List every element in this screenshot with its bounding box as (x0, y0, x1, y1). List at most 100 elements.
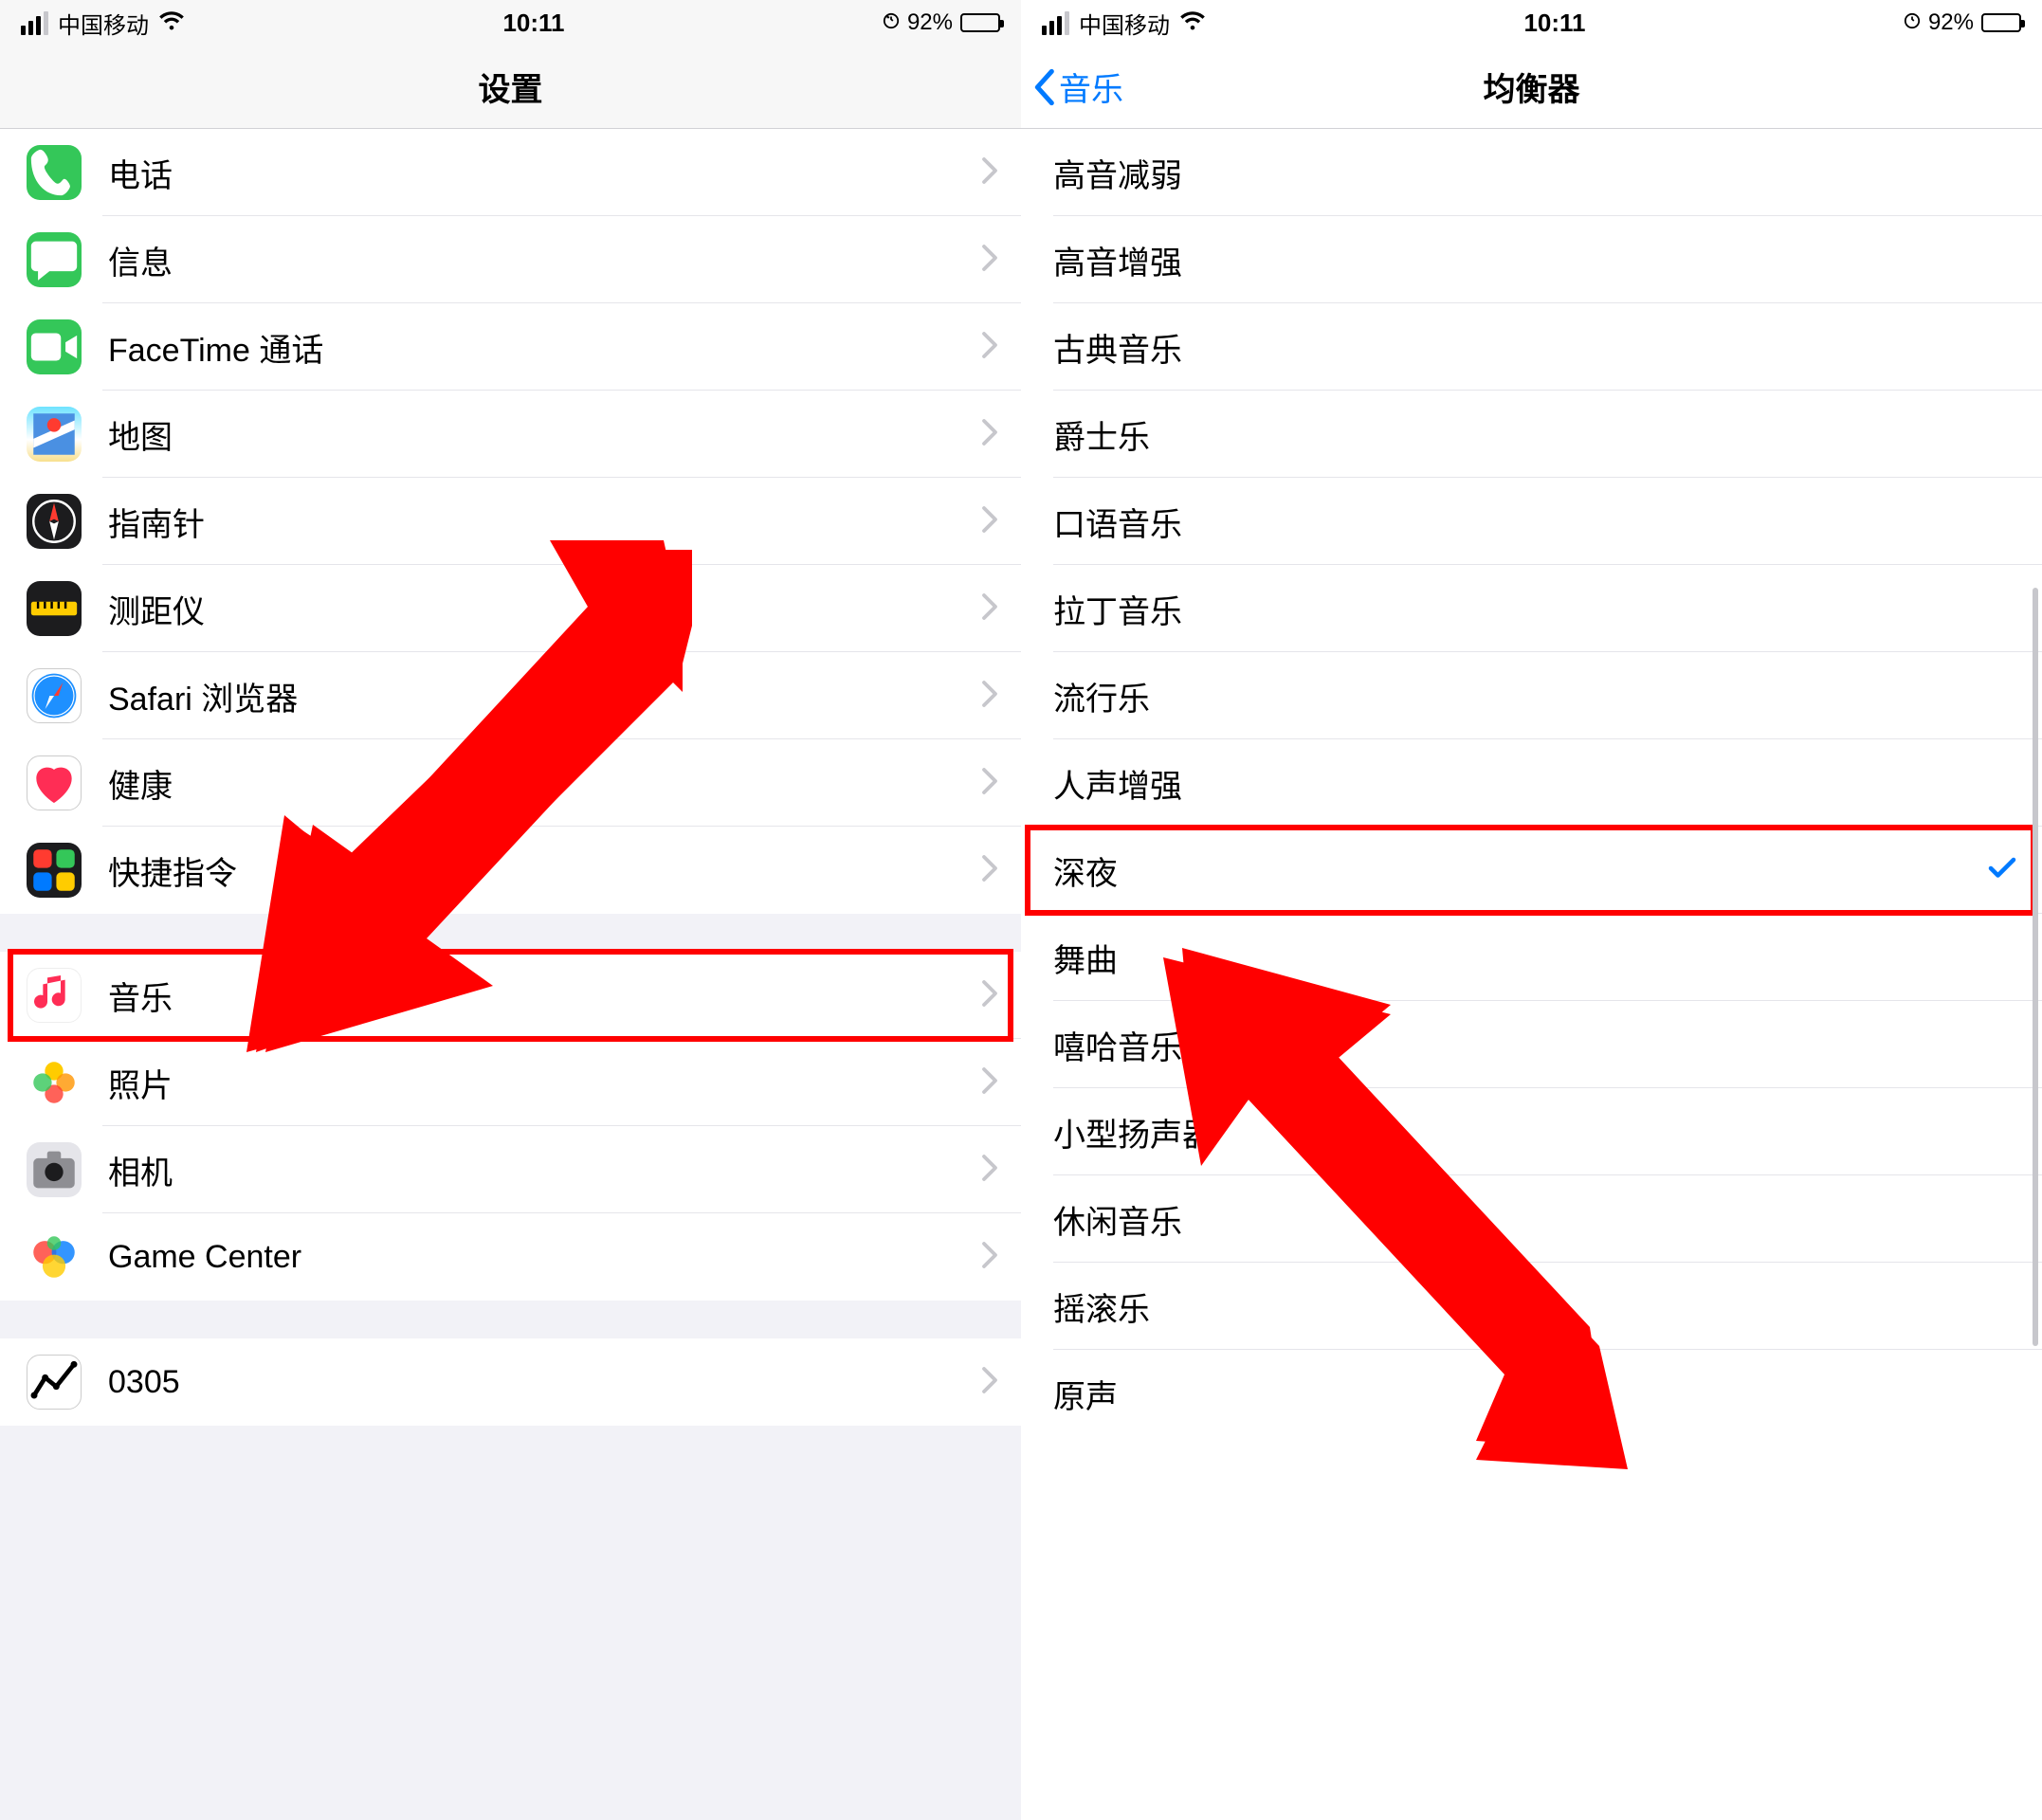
settings-row-photos[interactable]: 照片 (0, 1039, 1021, 1126)
row-label: 相机 (108, 1147, 981, 1193)
carrier-label: 中国移动 (1079, 7, 1170, 40)
settings-row-phone[interactable]: 电话 (0, 129, 1021, 216)
row-label: Safari 浏览器 (108, 673, 981, 719)
chevron-right-icon (981, 244, 998, 277)
row-label: 信息 (108, 237, 981, 283)
row-label: 休闲音乐 (1053, 1196, 2019, 1243)
settings-screen: 中国移动 10:11 92% 设置 电话信息 FaceTime 通话地图指南针测距… (0, 0, 1021, 1820)
settings-row-stocks[interactable]: 0305 (0, 1338, 1021, 1426)
chevron-right-icon (981, 1154, 998, 1187)
eq-row-pop[interactable]: 流行乐 (1021, 652, 2042, 739)
chevron-right-icon (981, 1366, 998, 1399)
equalizer-list[interactable]: 高音减弱高音增强古典音乐爵士乐口语音乐拉丁音乐流行乐人声增强深夜舞曲嘻哈音乐小型… (1021, 129, 2042, 1820)
settings-row-maps[interactable]: 地图 (0, 391, 1021, 478)
chevron-right-icon (981, 505, 998, 538)
shortcuts-icon (27, 843, 82, 898)
row-label: 高音增强 (1053, 237, 2019, 283)
eq-row-treble-boost[interactable]: 高音增强 (1021, 216, 2042, 303)
checkmark-icon (1985, 851, 2019, 890)
eq-row-late-night[interactable]: 深夜 (1021, 827, 2042, 914)
msg-icon (27, 232, 82, 287)
settings-row-measure[interactable]: 测距仪 (0, 565, 1021, 652)
chevron-right-icon (981, 767, 998, 800)
row-label: 原声 (1053, 1371, 2019, 1417)
settings-row-compass[interactable]: 指南针 (0, 478, 1021, 565)
row-label: 古典音乐 (1053, 324, 2019, 371)
row-label: 拉丁音乐 (1053, 586, 2019, 632)
back-label: 音乐 (1059, 64, 1123, 110)
settings-row-safari[interactable]: Safari 浏览器 (0, 652, 1021, 739)
music-icon (27, 968, 82, 1023)
row-label: Game Center (108, 1239, 981, 1276)
settings-row-shortcuts[interactable]: 快捷指令 (0, 827, 1021, 914)
status-bar: 中国移动 10:11 92% (0, 0, 1021, 46)
status-bar: 中国移动 10:11 92% (1021, 0, 2042, 46)
chevron-right-icon (981, 156, 998, 190)
chevron-right-icon (981, 331, 998, 364)
page-title: 设置 (479, 64, 543, 110)
measure-icon (27, 581, 82, 636)
chevron-right-icon (981, 1241, 998, 1274)
photos-icon (27, 1055, 82, 1110)
eq-row-hiphop[interactable]: 嘻哈音乐 (1021, 1001, 2042, 1088)
battery-icon (960, 13, 1000, 32)
row-label: 0305 (108, 1364, 981, 1401)
carrier-label: 中国移动 (58, 7, 149, 40)
row-label: 人声增强 (1053, 760, 2019, 807)
row-label: 测距仪 (108, 586, 981, 632)
row-label: 照片 (108, 1060, 981, 1106)
eq-row-rock[interactable]: 摇滚乐 (1021, 1263, 2042, 1350)
chevron-right-icon (981, 1066, 998, 1100)
eq-row-jazz[interactable]: 爵士乐 (1021, 391, 2042, 478)
eq-row-latin[interactable]: 拉丁音乐 (1021, 565, 2042, 652)
row-label: 口语音乐 (1053, 499, 2019, 545)
settings-row-facetime[interactable]: FaceTime 通话 (0, 303, 1021, 391)
wifi-icon (158, 9, 185, 37)
row-label: 摇滚乐 (1053, 1283, 2019, 1330)
settings-row-messages[interactable]: 信息 (0, 216, 1021, 303)
row-label: 深夜 (1053, 847, 1985, 894)
settings-row-music[interactable]: 音乐 (0, 952, 1021, 1039)
eq-row-treble-reduce[interactable]: 高音减弱 (1021, 129, 2042, 216)
orientation-lock-icon (883, 9, 900, 36)
equalizer-screen: 中国移动 10:11 92% 音乐 均衡器 高音减弱高音增强古典音乐爵士乐口语音… (1021, 0, 2042, 1820)
scroll-indicator (2033, 588, 2038, 1346)
maps-icon (27, 407, 82, 462)
row-label: 流行乐 (1053, 673, 2019, 719)
battery-percent: 92% (1928, 9, 1974, 36)
row-label: 爵士乐 (1053, 411, 2019, 458)
settings-list[interactable]: 电话信息 FaceTime 通话地图指南针测距仪 Safari 浏览器健康快捷指令音… (0, 129, 1021, 1820)
eq-row-lounge[interactable]: 休闲音乐 (1021, 1175, 2042, 1263)
facetime-icon (27, 319, 82, 374)
camera-icon (27, 1142, 82, 1197)
settings-row-health[interactable]: 健康 (0, 739, 1021, 827)
settings-row-camera[interactable]: 相机 (0, 1126, 1021, 1213)
row-label: 电话 (108, 150, 981, 196)
row-label: 舞曲 (1053, 935, 2019, 981)
eq-row-spoken[interactable]: 口语音乐 (1021, 478, 2042, 565)
settings-row-gamecenter[interactable]: Game Center (0, 1213, 1021, 1301)
eq-row-acoustic[interactable]: 原声 (1021, 1350, 2042, 1437)
row-label: FaceTime 通话 (108, 324, 981, 371)
row-label: 高音减弱 (1053, 150, 2019, 196)
eq-row-vocal[interactable]: 人声增强 (1021, 739, 2042, 827)
eq-row-small-speakers[interactable]: 小型扬声器 (1021, 1088, 2042, 1175)
health-icon (27, 755, 82, 810)
time-label: 10:11 (1523, 9, 1585, 38)
eq-row-classical[interactable]: 古典音乐 (1021, 303, 2042, 391)
chevron-right-icon (981, 592, 998, 626)
row-label: 小型扬声器 (1053, 1109, 2019, 1156)
signal-icon (1042, 11, 1069, 35)
row-label: 嘻哈音乐 (1053, 1022, 2019, 1068)
nav-header-settings: 设置 (0, 46, 1021, 129)
gamecenter-icon (27, 1229, 82, 1284)
row-label: 健康 (108, 760, 981, 807)
back-button[interactable]: 音乐 (1032, 46, 1123, 128)
wifi-icon (1179, 9, 1206, 37)
row-label: 音乐 (108, 973, 981, 1019)
row-label: 快捷指令 (108, 847, 981, 894)
compass-icon (27, 494, 82, 549)
chevron-right-icon (981, 979, 998, 1012)
row-label: 地图 (108, 411, 981, 458)
eq-row-dance[interactable]: 舞曲 (1021, 914, 2042, 1001)
